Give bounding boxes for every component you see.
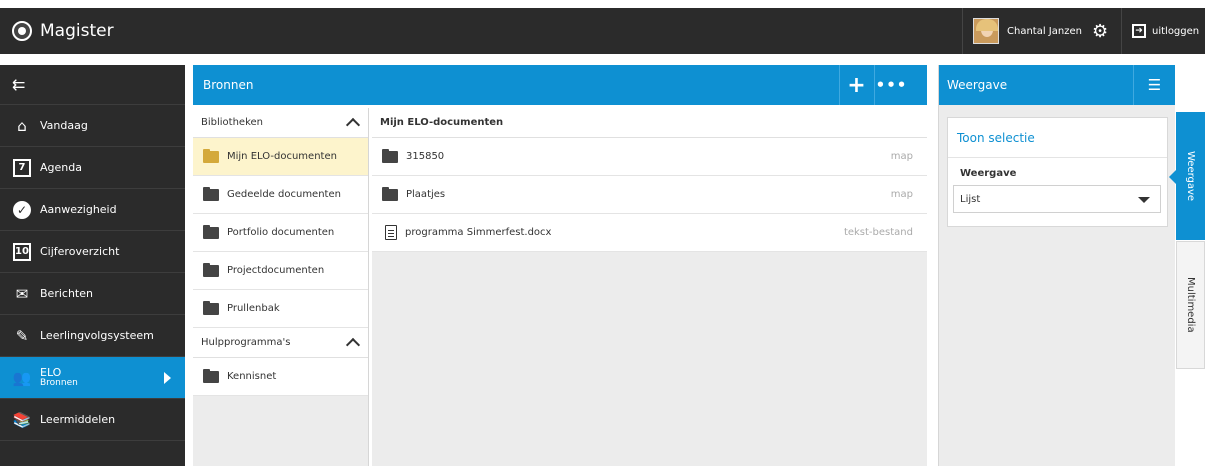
chevron-up-icon	[345, 337, 361, 353]
file-name: Plaatjes	[406, 189, 446, 200]
folder-icon	[203, 262, 219, 277]
sidebar-item-leermiddelen[interactable]: 📚 Leermiddelen	[0, 399, 185, 441]
app-title: Magister	[40, 21, 114, 41]
sidebar-item-label: Aanwezigheid	[40, 203, 117, 216]
files-header: Mijn ELO-documenten	[372, 108, 927, 138]
logout-label: uitloggen	[1152, 25, 1200, 37]
weergave-header: Weergave ☰	[939, 65, 1175, 105]
file-name: 315850	[406, 151, 445, 162]
sidebar-collapse-button[interactable]: ⇇	[0, 65, 185, 105]
sidebar-item-label: ELO	[40, 365, 62, 379]
files-header-label: Mijn ELO-documenten	[380, 117, 504, 128]
chevron-up-icon	[345, 117, 361, 133]
library-item-label: Mijn ELO-documenten	[227, 151, 337, 162]
files-column: Mijn ELO-documenten 315850 map Plaatjes …	[372, 108, 927, 466]
sidebar-item-label: Vandaag	[40, 119, 88, 132]
envelope-icon: ✉	[15, 284, 29, 303]
sidebar-item-sublabel: Bronnen	[40, 377, 78, 388]
library-item-gedeelde-documenten[interactable]: Gedeelde documenten	[193, 176, 368, 214]
libraries-header[interactable]: Bibliotheken	[193, 108, 368, 138]
folder-icon	[203, 368, 219, 383]
libraries-header-label: Bibliotheken	[201, 117, 263, 128]
weergave-label: Weergave	[960, 168, 1017, 179]
library-item-label: Portfolio documenten	[227, 227, 335, 238]
folder-icon	[203, 224, 219, 239]
library-item-projectdocumenten[interactable]: Projectdocumenten	[193, 252, 368, 290]
sidebar-item-aanwezigheid[interactable]: ✓ Aanwezigheid	[0, 189, 185, 231]
folder-icon	[203, 148, 219, 163]
avatar	[973, 18, 999, 44]
file-type: map	[890, 189, 913, 200]
panel-title: Bronnen	[203, 78, 254, 92]
top-bar: Magister Chantal Janzen ⚙ ➜ uitloggen	[0, 8, 1205, 54]
tool-item-label: Kennisnet	[227, 371, 277, 382]
sidebar-item-label: Leerlingvolgsysteem	[40, 329, 154, 342]
house-icon: ⌂	[17, 116, 27, 135]
tab-weergave-label: Weergave	[1185, 150, 1196, 202]
caret-right-icon	[164, 372, 171, 384]
weergave-panel: Weergave ☰ Toon selectie Weergave Lijst	[938, 65, 1175, 466]
tool-item-kennisnet[interactable]: Kennisnet	[193, 358, 368, 396]
folder-icon	[203, 300, 219, 315]
toon-selectie-link[interactable]: Toon selectie	[948, 118, 1167, 158]
logout-icon: ➜	[1132, 24, 1146, 38]
file-row[interactable]: Plaatjes map	[372, 176, 927, 214]
library-item-label: Projectdocumenten	[227, 265, 325, 276]
sidebar-item-label: Leermiddelen	[40, 413, 116, 426]
folder-icon	[382, 186, 398, 201]
tab-multimedia-label: Multimedia	[1185, 277, 1196, 333]
library-item-label: Prullenbak	[227, 303, 280, 314]
file-name: programma Simmerfest.docx	[405, 227, 552, 238]
sidebar-item-cijferoverzicht[interactable]: 10 Cijferoverzicht	[0, 231, 185, 273]
sidebar-item-labels: ELO Bronnen	[40, 367, 78, 389]
sidebar: ⇇ ⌂ Vandaag 7 Agenda ✓ Aanwezigheid 10 C…	[0, 65, 185, 466]
folder-icon	[382, 148, 398, 163]
sidebar-item-agenda[interactable]: 7 Agenda	[0, 147, 185, 189]
file-row[interactable]: programma Simmerfest.docx tekst-bestand	[372, 214, 927, 252]
tab-multimedia[interactable]: Multimedia	[1176, 241, 1205, 369]
more-options-button[interactable]: •••	[874, 65, 908, 105]
sidebar-item-label: Cijferoverzicht	[40, 245, 120, 258]
weergave-select-value: Lijst	[960, 193, 981, 205]
add-button[interactable]: +	[839, 65, 873, 105]
check-circle-icon: ✓	[12, 200, 32, 220]
user-name: Chantal Janzen	[1007, 25, 1082, 37]
tools-header-label: Hulpprogramma's	[201, 337, 291, 348]
logout-button[interactable]: ➜ uitloggen	[1132, 8, 1199, 54]
notebook-pen-icon: ✎	[15, 326, 29, 345]
sidebar-item-leerlingvolgsysteem[interactable]: ✎ Leerlingvolgsysteem	[0, 315, 185, 357]
sidebar-item-elo[interactable]: 👥 ELO Bronnen	[0, 357, 185, 399]
file-type: tekst-bestand	[843, 227, 913, 238]
grade-10-icon: 10	[12, 242, 32, 262]
libraries-column: Bibliotheken Mijn ELO-documenten Gedeeld…	[193, 108, 369, 466]
document-icon	[385, 225, 397, 240]
library-item-label: Gedeelde documenten	[227, 189, 341, 200]
library-item-prullenbak[interactable]: Prullenbak	[193, 290, 368, 328]
sidebar-item-vandaag[interactable]: ⌂ Vandaag	[0, 105, 185, 147]
weergave-card: Toon selectie Weergave Lijst	[947, 117, 1168, 227]
books-icon: 📚	[12, 410, 32, 429]
library-item-portfolio-documenten[interactable]: Portfolio documenten	[193, 214, 368, 252]
gear-icon[interactable]: ⚙	[1092, 21, 1108, 42]
tab-weergave[interactable]: Weergave	[1169, 112, 1205, 240]
sidebar-item-label: Berichten	[40, 287, 93, 300]
magister-logo-icon	[12, 21, 32, 41]
sidebar-item-label: Agenda	[40, 161, 82, 174]
user-menu[interactable]: Chantal Janzen ⚙	[962, 8, 1122, 54]
bronnen-header: Bronnen + •••	[193, 65, 927, 105]
file-type: map	[890, 151, 913, 162]
file-row[interactable]: 315850 map	[372, 138, 927, 176]
brand[interactable]: Magister	[12, 8, 114, 54]
folder-icon	[203, 186, 219, 201]
people-icon: 👥	[12, 368, 32, 387]
tools-header[interactable]: Hulpprogramma's	[193, 328, 368, 358]
weergave-select[interactable]: Lijst	[953, 185, 1161, 213]
calendar-7-icon: 7	[12, 158, 32, 178]
chevron-down-icon	[1138, 197, 1150, 203]
weergave-title: Weergave	[947, 78, 1008, 92]
collapse-menu-icon: ⇇	[12, 75, 26, 94]
collapse-panel-button[interactable]: ☰	[1133, 65, 1175, 105]
library-item-mijn-elo-documenten[interactable]: Mijn ELO-documenten	[193, 138, 368, 176]
sidebar-item-berichten[interactable]: ✉ Berichten	[0, 273, 185, 315]
